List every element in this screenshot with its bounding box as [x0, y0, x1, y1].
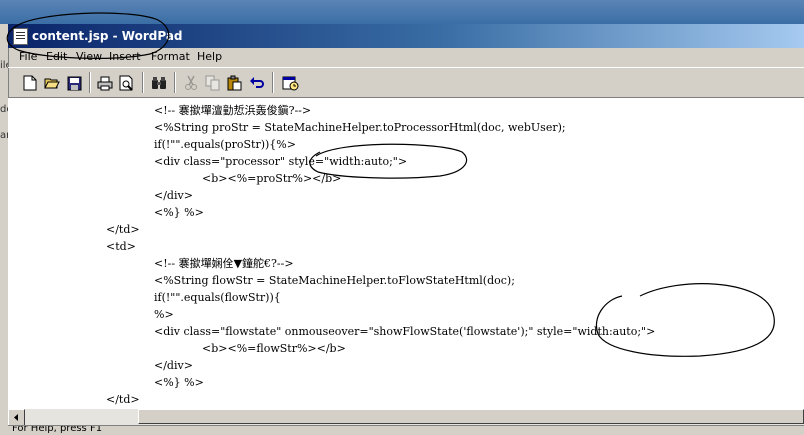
undo-icon: [250, 77, 264, 88]
desktop-background: [0, 0, 804, 24]
background-window-text: ar: [0, 130, 8, 141]
code-line: </td>: [106, 223, 140, 236]
copy-icon: [205, 75, 220, 91]
scrollbar-thumb[interactable]: [138, 409, 804, 424]
code-line: <div class="flowstate" onmouseover="show…: [154, 325, 656, 338]
code-line: %>: [154, 308, 174, 321]
code-line: <%String flowStr = StateMachineHelper.to…: [154, 274, 515, 287]
toolbar-separator: [272, 72, 274, 93]
code-line: <td>: [106, 240, 136, 253]
print-button[interactable]: [94, 72, 116, 94]
copy-button[interactable]: [202, 72, 224, 94]
menu-format[interactable]: Format: [149, 50, 192, 63]
find-icon: [152, 77, 166, 89]
status-bar: For Help, press F1: [8, 425, 804, 435]
code-line: </td>: [106, 393, 140, 406]
menu-edit[interactable]: Edit: [44, 50, 69, 63]
code-line: <!-- 褰撳墠澶勭悊浜轰俊鎭?-->: [154, 104, 312, 117]
code-line: if(!"".equals(proStr)){%>: [154, 138, 296, 151]
cut-icon: [185, 75, 197, 90]
insert-date-time-button[interactable]: [279, 72, 301, 94]
horizontal-scrollbar[interactable]: [8, 408, 804, 426]
code-line: <b><%=proStr%></b>: [202, 172, 342, 185]
print-preview-button[interactable]: [116, 72, 138, 94]
code-line: <%} %>: [154, 206, 204, 219]
code-line: </div>: [154, 189, 193, 202]
menu-file[interactable]: File: [17, 50, 39, 63]
paste-icon: [227, 75, 242, 91]
background-window-text: dc: [0, 104, 8, 115]
toolbar-separator: [174, 72, 176, 93]
new-icon: [23, 75, 37, 91]
title-bar[interactable]: content.jsp - WordPad: [8, 24, 804, 48]
document-text[interactable]: <!-- 褰撳墠澶勭悊浜轰俊鎭?--> <%String proStr = St…: [8, 98, 804, 409]
menu-insert[interactable]: Insert: [107, 50, 143, 63]
undo-button[interactable]: [246, 72, 268, 94]
toolbar-separator: [142, 72, 144, 93]
wordpad-app-icon[interactable]: [13, 28, 28, 45]
code-line: <%String proStr = StateMachineHelper.toP…: [154, 121, 566, 134]
new-button[interactable]: [19, 72, 41, 94]
window-title: content.jsp - WordPad: [32, 29, 183, 43]
toolbar: [8, 67, 804, 99]
find-button[interactable]: [148, 72, 170, 94]
code-line: <%} %>: [154, 376, 204, 389]
menu-help[interactable]: Help: [195, 50, 224, 63]
scroll-left-arrow-icon[interactable]: [8, 409, 25, 426]
toolbar-separator: [89, 72, 91, 93]
code-line: <!-- 褰撳墠娴佺▼鐘舵€?-->: [154, 257, 294, 270]
document-area[interactable]: <!-- 褰撳墠澶勭悊浜轰俊鎭?--> <%String proStr = St…: [8, 97, 804, 409]
save-icon: [67, 76, 81, 90]
menu-view[interactable]: View: [74, 50, 104, 63]
code-line: </div>: [154, 359, 193, 372]
code-line: <b><%=flowStr%></b>: [202, 342, 346, 355]
code-line: if(!"".equals(flowStr)){: [154, 291, 281, 304]
insert-date-time-icon: [282, 76, 298, 91]
open-icon: [44, 78, 60, 89]
status-text: For Help, press F1: [12, 425, 103, 434]
menu-bar: File Edit View Insert Format Help: [8, 48, 804, 67]
wordpad-window: ile dc ar content.jsp - WordPad File Edi…: [0, 0, 804, 435]
paste-button[interactable]: [224, 72, 246, 94]
save-button[interactable]: [63, 72, 85, 94]
print-preview-icon: [119, 75, 133, 91]
cut-button[interactable]: [180, 72, 202, 94]
background-window-text: ile: [0, 60, 8, 71]
print-icon: [97, 76, 113, 90]
open-button[interactable]: [41, 72, 63, 94]
code-line: <div class="processor" style="width:auto…: [154, 155, 408, 168]
